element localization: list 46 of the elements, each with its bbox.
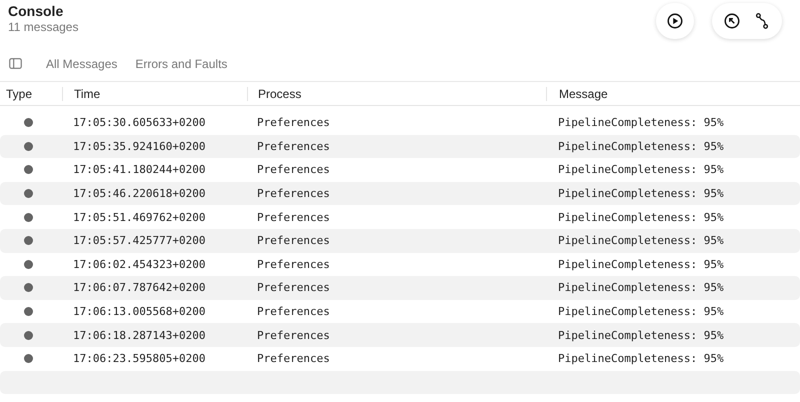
table-cell-text: Preferences — [256, 163, 331, 176]
table-cell-text: PipelineCompleteness: 95% — [557, 163, 725, 176]
table-cell-text: 17:06:07.787642+0200 — [72, 281, 206, 294]
window-title: Console — [8, 3, 64, 20]
table-cell-text: 17:05:51.469762+0200 — [72, 210, 206, 224]
table-cell-text: Preferences — [256, 234, 331, 248]
filter-tab[interactable]: Errors and Faults — [126, 54, 236, 74]
filter-tab[interactable]: All Messages — [37, 54, 126, 74]
column-header[interactable]: Time — [62, 86, 247, 100]
table-cell-text: 17:05:35.924160+0200 — [72, 140, 206, 153]
column-header[interactable]: Type — [0, 86, 62, 100]
table-cell-text: PipelineCompleteness: 95% — [557, 305, 725, 318]
table-cell-text: Preferences — [256, 305, 331, 318]
start-button[interactable] — [656, 3, 694, 39]
table-cell-text: PipelineCompleteness: 95% — [557, 234, 725, 248]
table-cell-text: PipelineCompleteness: 95% — [557, 258, 725, 271]
sidebar-icon[interactable] — [9, 58, 22, 69]
table-cell-text: Preferences — [256, 352, 331, 366]
table-cell-text: Preferences — [256, 187, 331, 200]
table-cell-text: 17:06:13.005568+0200 — [72, 305, 206, 318]
play-icon — [668, 14, 682, 28]
message-count: 11 messages — [8, 20, 78, 35]
column-header[interactable]: Process — [247, 86, 546, 100]
table-cell-text: 17:05:57.425777+0200 — [72, 234, 206, 248]
table-cell-text: Preferences — [256, 210, 331, 224]
table-cell-text: PipelineCompleteness: 95% — [557, 281, 725, 294]
table-cell-text: Preferences — [256, 258, 331, 271]
table-cell-text: 17:05:30.605633+0200 — [72, 116, 206, 130]
table-cell-text: PipelineCompleteness: 95% — [557, 116, 725, 130]
table-cell-text: PipelineCompleteness: 95% — [557, 210, 725, 224]
table-cell-text: 17:05:46.220618+0200 — [72, 187, 206, 200]
table-cell-text: 17:06:18.287143+0200 — [72, 328, 206, 342]
table-cell-text: Preferences — [256, 281, 331, 294]
table-cell-text: PipelineCompleteness: 95% — [557, 140, 725, 153]
arrow-circle-icon[interactable] — [723, 12, 741, 30]
table-cell-text: Preferences — [256, 328, 331, 342]
table-cell-text: Preferences — [256, 116, 331, 130]
table-cell-text: 17:05:41.180244+0200 — [72, 163, 206, 176]
table-cell-text: 17:06:23.595805+0200 — [72, 352, 206, 366]
path-icon[interactable] — [753, 12, 771, 30]
table-cell-text: PipelineCompleteness: 95% — [557, 352, 725, 366]
table-cell-text: Preferences — [256, 140, 331, 153]
table-cell-text: PipelineCompleteness: 95% — [557, 328, 725, 342]
table-cell-text: 17:06:02.454323+0200 — [72, 258, 206, 271]
column-header[interactable]: Message — [546, 86, 800, 100]
table-cell-text: PipelineCompleteness: 95% — [557, 187, 725, 200]
